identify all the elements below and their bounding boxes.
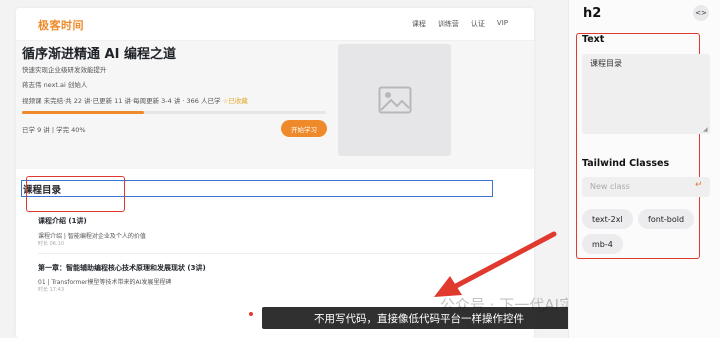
classes-label: Tailwind Classes: [582, 158, 670, 169]
code-icon: <>: [695, 9, 707, 17]
text-content-value[interactable]: 课程目录: [590, 58, 622, 69]
class-chip-text-2xl[interactable]: text-2xl: [582, 209, 633, 229]
resize-handle-icon[interactable]: ◢: [703, 126, 708, 133]
class-chip-mb-4[interactable]: mb-4: [582, 234, 623, 254]
annotation-arrow: [434, 231, 557, 297]
editor-canvas: 极客时间 课程 训练营 认证 VIP 循序渐进精通 AI 编程之道 快速实现企业…: [0, 0, 568, 338]
text-field-label: Text: [582, 34, 605, 45]
new-class-placeholder: New class: [590, 182, 630, 191]
class-chip-font-bold[interactable]: font-bold: [638, 209, 695, 229]
cursor-dot: [249, 312, 253, 316]
element-tag-label: h2: [583, 6, 602, 21]
enter-icon[interactable]: ↵: [695, 180, 703, 190]
subtitle-caption: 不用写代码，直接像低代码平台一样操作控件: [262, 307, 576, 329]
code-view-button[interactable]: <>: [693, 5, 709, 21]
